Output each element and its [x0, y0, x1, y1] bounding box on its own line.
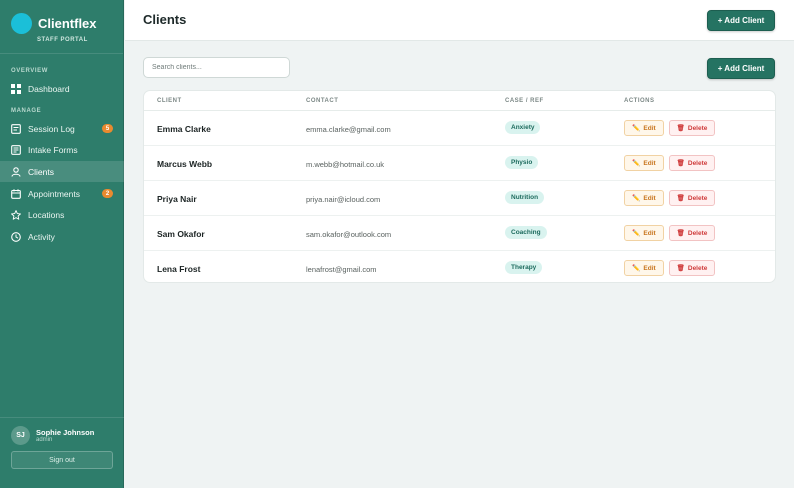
client-contact: lenafrost@gmail.com	[306, 265, 377, 274]
sidebar-item-clients[interactable]: Clients	[0, 161, 124, 182]
brand: Clientflex	[0, 0, 123, 34]
search-input[interactable]	[143, 57, 290, 78]
table-row: Priya Nair priya.nair@icloud.com Nutriti…	[144, 181, 775, 216]
sidebar-item-locations[interactable]: Locations	[0, 204, 124, 225]
star-icon	[11, 209, 21, 220]
sidebar-item-dashboard[interactable]: Dashboard	[0, 78, 124, 99]
client-name: Priya Nair	[157, 194, 197, 204]
column-header-client: CLIENT	[157, 98, 182, 104]
sidebar-item-label: Session Log	[28, 123, 75, 134]
delete-label: Delete	[687, 124, 708, 132]
table-row: Sam Okafor sam.okafor@outlook.com Coachi…	[144, 216, 775, 251]
sidebar-item-appointments[interactable]: Appointments 2	[0, 183, 124, 204]
client-contact: sam.okafor@outlook.com	[306, 230, 392, 239]
case-tag: Physio	[505, 156, 539, 169]
column-header-case-ref: CASE / REF	[505, 98, 544, 104]
avatar: SJ	[11, 426, 30, 445]
sidebar-item-label: Intake Forms	[28, 144, 78, 155]
delete-button[interactable]: 🗑 Delete	[669, 225, 715, 241]
edit-button[interactable]: ✏️ Edit	[624, 190, 664, 206]
brand-name: Clientflex	[38, 15, 97, 31]
header-add-client-button[interactable]: + Add Client	[707, 10, 775, 31]
edit-button[interactable]: ✏️ Edit	[624, 120, 664, 136]
logo-icon	[11, 12, 32, 34]
user-name: Sophie Johnson	[36, 428, 95, 437]
page-title: Clients	[143, 12, 187, 27]
delete-label: Delete	[687, 264, 708, 272]
edit-button[interactable]: ✏️ Edit	[624, 155, 664, 171]
sidebar-item-label: Appointments	[28, 188, 80, 199]
trash-icon: 🗑	[676, 160, 685, 167]
add-client-button[interactable]: + Add Client	[707, 58, 775, 79]
delete-label: Delete	[687, 159, 708, 167]
pencil-icon: ✏️	[632, 125, 641, 132]
clock-icon	[11, 231, 21, 242]
page-header: Clients + Add Client	[125, 0, 794, 41]
table-row: Lena Frost lenafrost@gmail.com Therapy ✏…	[144, 251, 775, 282]
sidebar: Clientflex STAFF PORTAL OVERVIEW Dashboa…	[0, 0, 124, 488]
client-name: Emma Clarke	[157, 124, 211, 134]
edit-label: Edit	[643, 124, 656, 132]
sidebar-item-label: Dashboard	[28, 83, 70, 94]
table-row: Emma Clarke emma.clarke@gmail.com Anxiet…	[144, 111, 775, 146]
delete-button[interactable]: 🗑 Delete	[669, 120, 715, 136]
calendar-icon	[11, 188, 21, 199]
edit-label: Edit	[643, 264, 656, 272]
session-log-icon	[11, 123, 21, 134]
column-header-contact: CONTACT	[306, 98, 339, 104]
user-icon	[11, 166, 21, 177]
sidebar-item-intake-forms[interactable]: Intake Forms	[0, 139, 124, 160]
user-panel: SJ Sophie Johnson admin Sign out	[0, 417, 124, 488]
sign-out-button[interactable]: Sign out	[11, 451, 113, 469]
table-row: Marcus Webb m.webb@hotmail.co.uk Physio …	[144, 146, 775, 181]
client-contact: emma.clarke@gmail.com	[306, 125, 391, 134]
edit-label: Edit	[643, 159, 656, 167]
sidebar-item-session-log[interactable]: Session Log 5	[0, 118, 124, 139]
pencil-icon: ✏️	[632, 265, 641, 272]
delete-button[interactable]: 🗑 Delete	[669, 155, 715, 171]
delete-button[interactable]: 🗑 Delete	[669, 190, 715, 206]
pencil-icon: ✏️	[632, 195, 641, 202]
case-tag: Nutrition	[505, 191, 545, 204]
column-header-actions: ACTIONS	[624, 98, 655, 104]
edit-button[interactable]: ✏️ Edit	[624, 260, 664, 276]
case-tag: Anxiety	[505, 121, 541, 134]
section-label-manage: MANAGE	[11, 108, 42, 114]
pencil-icon: ✏️	[632, 230, 641, 237]
session-log-badge: 5	[102, 124, 113, 133]
trash-icon: 🗑	[676, 230, 685, 237]
client-contact: m.webb@hotmail.co.uk	[306, 160, 385, 169]
client-contact: priya.nair@icloud.com	[306, 195, 381, 204]
client-name: Marcus Webb	[157, 159, 213, 169]
table-header: CLIENT CONTACT CASE / REF ACTIONS	[144, 91, 775, 111]
sidebar-item-activity[interactable]: Activity	[0, 226, 124, 247]
delete-label: Delete	[687, 194, 708, 202]
appointments-badge: 2	[102, 189, 113, 198]
brand-subtitle: STAFF PORTAL	[37, 37, 88, 43]
client-name: Sam Okafor	[157, 229, 205, 239]
case-tag: Therapy	[505, 261, 543, 274]
sidebar-item-label: Clients	[28, 166, 54, 177]
edit-button[interactable]: ✏️ Edit	[624, 225, 664, 241]
case-tag: Coaching	[505, 226, 547, 239]
delete-button[interactable]: 🗑 Delete	[669, 260, 715, 276]
section-label-overview: OVERVIEW	[11, 68, 49, 74]
sidebar-item-label: Activity	[28, 231, 55, 242]
client-name: Lena Frost	[157, 264, 201, 274]
clients-table: CLIENT CONTACT CASE / REF ACTIONS Emma C…	[143, 90, 776, 283]
pencil-icon: ✏️	[632, 160, 641, 167]
trash-icon: 🗑	[676, 125, 685, 132]
intake-forms-icon	[11, 144, 21, 155]
dashboard-icon	[11, 83, 21, 94]
trash-icon: 🗑	[676, 195, 685, 202]
edit-label: Edit	[643, 194, 656, 202]
user-role: admin	[36, 437, 53, 443]
delete-label: Delete	[687, 229, 708, 237]
sidebar-divider	[0, 53, 123, 54]
edit-label: Edit	[643, 229, 656, 237]
sidebar-item-label: Locations	[28, 209, 65, 220]
trash-icon: 🗑	[676, 265, 685, 272]
